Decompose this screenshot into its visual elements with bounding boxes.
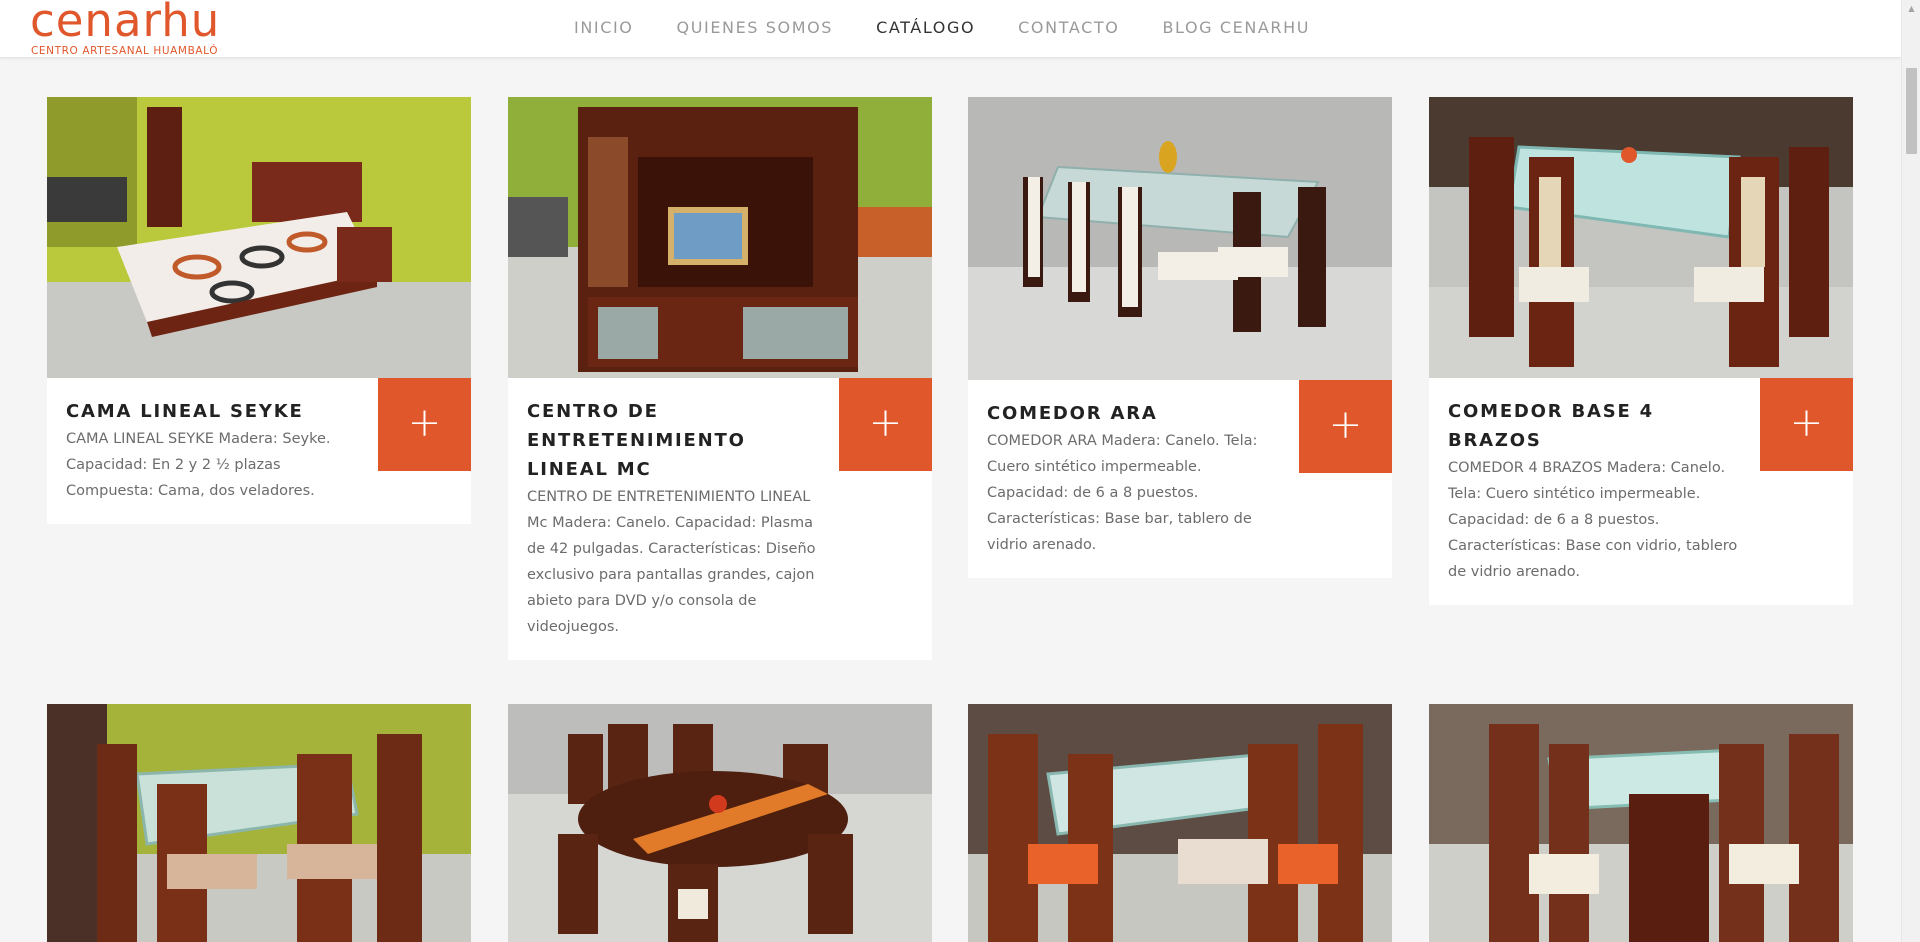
entertainment-center-photo [508, 97, 932, 378]
product-info: COMEDOR BASE 4 BRAZOS COMEDOR 4 BRAZOS M… [1429, 378, 1853, 605]
product-photo[interactable] [1429, 97, 1853, 378]
dining-set-photo [47, 704, 471, 942]
dining-set-photo [1429, 704, 1853, 942]
product-description: COMEDOR ARA Madera: Canelo. Tela: Cuero … [987, 433, 1258, 553]
nav-contacto[interactable]: CONTACTO [1018, 18, 1119, 37]
product-photo[interactable] [1429, 704, 1853, 942]
nav-catalogo[interactable]: CATÁLOGO [876, 18, 975, 37]
product-photo[interactable] [47, 97, 471, 378]
product-photo[interactable] [508, 97, 932, 378]
product-card [508, 704, 932, 942]
dining-set-photo [968, 704, 1392, 942]
product-card: + CAMA LINEAL SEYKE CAMA LINEAL SEYKE Ma… [47, 97, 471, 524]
dining-set-photo [508, 704, 932, 942]
product-photo[interactable] [968, 97, 1392, 380]
scroll-up-arrow-icon[interactable]: ▲ [1902, 0, 1920, 17]
product-card: + COMEDOR ARA COMEDOR ARA Madera: Canelo… [968, 97, 1392, 578]
product-card: + CENTRO DE ENTRETENIMIENTO LINEAL MC CE… [508, 97, 932, 660]
product-photo[interactable] [968, 704, 1392, 942]
product-title[interactable]: COMEDOR BASE 4 BRAZOS [1448, 397, 1743, 455]
product-description: CAMA LINEAL SEYKE Madera: Seyke. Capacid… [66, 431, 331, 499]
product-card [968, 704, 1392, 942]
product-card [47, 704, 471, 942]
product-title[interactable]: COMEDOR ARA [987, 399, 1282, 428]
product-card [1429, 704, 1853, 942]
product-description: CENTRO DE ENTRETENIMIENTO LINEAL Mc Made… [527, 489, 816, 635]
product-title[interactable]: CAMA LINEAL SEYKE [66, 397, 361, 426]
logo-wordmark: cenarhu [30, 0, 221, 47]
product-info: CENTRO DE ENTRETENIMIENTO LINEAL MC CENT… [508, 378, 932, 660]
page-scrollbar[interactable]: ▲ [1901, 0, 1920, 942]
nav-inicio[interactable]: INICIO [574, 18, 634, 37]
dining-set-photo [1429, 97, 1853, 378]
product-info: COMEDOR ARA COMEDOR ARA Madera: Canelo. … [968, 380, 1392, 578]
main-nav: INICIO QUIENES SOMOS CATÁLOGO CONTACTO B… [574, 0, 1353, 54]
scroll-thumb[interactable] [1906, 68, 1917, 154]
product-photo[interactable] [47, 704, 471, 942]
product-title[interactable]: CENTRO DE ENTRETENIMIENTO LINEAL MC [527, 397, 822, 484]
site-header: cenarhu CENTRO ARTESANAL HUAMBALÓ INICIO… [0, 0, 1901, 58]
site-logo[interactable]: cenarhu CENTRO ARTESANAL HUAMBALÓ [30, 0, 280, 58]
logo-tagline: CENTRO ARTESANAL HUAMBALÓ [31, 45, 219, 57]
product-photo[interactable] [508, 704, 932, 942]
dining-set-photo [968, 97, 1392, 380]
product-card: + COMEDOR BASE 4 BRAZOS COMEDOR 4 BRAZOS… [1429, 97, 1853, 605]
product-info: CAMA LINEAL SEYKE CAMA LINEAL SEYKE Made… [47, 378, 471, 524]
nav-blog-cenarhu[interactable]: BLOG CENARHU [1162, 18, 1310, 37]
bed-photo [47, 97, 471, 378]
product-description: COMEDOR 4 BRAZOS Madera: Canelo. Tela: C… [1448, 460, 1738, 580]
nav-quienes-somos[interactable]: QUIENES SOMOS [677, 18, 834, 37]
